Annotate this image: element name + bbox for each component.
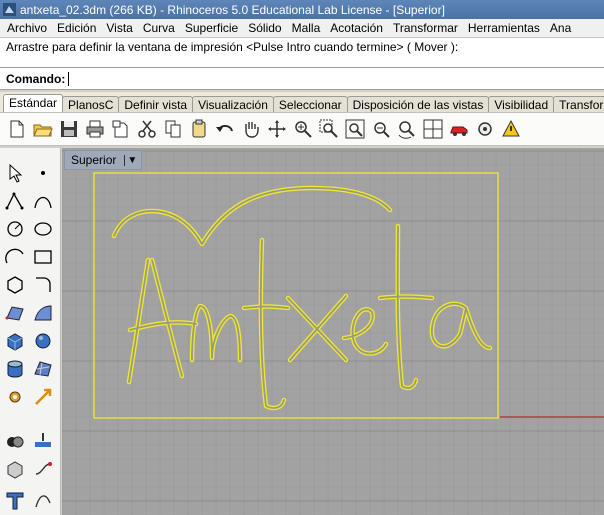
cut-icon[interactable]	[135, 117, 159, 141]
menu-malla[interactable]: Malla	[287, 21, 326, 35]
cylinder-solid-icon[interactable]	[3, 357, 27, 381]
options-icon[interactable]	[473, 117, 497, 141]
transform-gear-icon[interactable]	[3, 385, 27, 409]
car-render-icon[interactable]	[447, 117, 471, 141]
history-line: Arrastre para definir la ventana de impr…	[6, 40, 459, 54]
fillet-curve-icon[interactable]	[31, 273, 55, 297]
text-caret	[68, 71, 70, 86]
blend-icon[interactable]	[31, 457, 55, 481]
tab-transformar[interactable]: Transfor	[553, 96, 604, 112]
viewport-canvas[interactable]	[62, 148, 604, 515]
box-solid-icon[interactable]	[3, 329, 27, 353]
zoom-icon[interactable]	[291, 117, 315, 141]
tab-visibilidad[interactable]: Visibilidad	[488, 96, 555, 112]
ellipse-icon[interactable]	[31, 217, 55, 241]
rotate-camera-icon[interactable]	[395, 117, 419, 141]
pan-hand-icon[interactable]	[239, 117, 263, 141]
select-arrow-icon[interactable]	[3, 161, 27, 185]
surface-icon[interactable]	[3, 301, 27, 325]
tab-planosc[interactable]: PlanosC	[62, 96, 120, 112]
menu-vista[interactable]: Vista	[101, 21, 137, 35]
analyze-icon[interactable]	[499, 117, 523, 141]
command-history: Arrastre para definir la ventana de impr…	[0, 38, 604, 67]
viewport-name: Superior	[71, 153, 117, 167]
print-icon[interactable]	[83, 117, 107, 141]
menu-acotacion[interactable]: Acotación	[325, 21, 388, 35]
text-tool-icon[interactable]	[3, 488, 27, 512]
menu-edicion[interactable]: Edición	[52, 21, 101, 35]
import-icon[interactable]	[109, 117, 133, 141]
save-icon[interactable]	[57, 117, 81, 141]
polyline-icon[interactable]	[3, 189, 27, 213]
grid	[62, 148, 604, 515]
split-icon[interactable]	[31, 429, 55, 453]
polygon-icon[interactable]	[3, 273, 27, 297]
mesh-icon[interactable]	[31, 357, 55, 381]
chevron-down-icon[interactable]: ▼	[124, 154, 137, 166]
command-line[interactable]: Comando:	[0, 67, 604, 90]
tab-visualizacion[interactable]: Visualización	[192, 96, 274, 112]
side-toolbar	[0, 148, 61, 515]
sphere-solid-icon[interactable]	[31, 329, 55, 353]
curve-icon[interactable]	[31, 189, 55, 213]
open-folder-icon[interactable]	[31, 117, 55, 141]
zoom-selected-icon[interactable]	[369, 117, 393, 141]
standard-toolbar	[0, 112, 604, 146]
command-label: Comando:	[6, 71, 66, 86]
toolbar-tabs: Estándar PlanosC Definir vista Visualiza…	[0, 92, 604, 112]
menu-solido[interactable]: Sólido	[243, 21, 286, 35]
viewport-title-tab[interactable]: Superior ▼	[64, 150, 143, 170]
rebuild-icon[interactable]	[31, 488, 55, 512]
new-file-icon[interactable]	[5, 117, 29, 141]
tab-estandar[interactable]: Estándar	[3, 94, 64, 112]
zoom-extents-icon[interactable]	[343, 117, 367, 141]
move-arrow-icon[interactable]	[31, 385, 55, 409]
copy-icon[interactable]	[161, 117, 185, 141]
viewport-superior[interactable]: Superior ▼	[62, 148, 604, 515]
rectangle-icon[interactable]	[31, 245, 55, 269]
arc-icon[interactable]	[3, 245, 27, 269]
paste-icon[interactable]	[187, 117, 211, 141]
tab-definir-vista[interactable]: Definir vista	[118, 96, 194, 112]
undo-icon[interactable]	[213, 117, 237, 141]
rhino-app-icon	[3, 3, 16, 16]
menu-curva[interactable]: Curva	[138, 21, 180, 35]
menu-archivo[interactable]: Archivo	[2, 21, 52, 35]
tab-disposicion-vistas[interactable]: Disposición de las vistas	[346, 96, 490, 112]
solid-tools-icon[interactable]	[3, 457, 27, 481]
boolean-icon[interactable]	[3, 429, 27, 453]
loft-surface-icon[interactable]	[31, 301, 55, 325]
menu-bar: Archivo Edición Vista Curva Superficie S…	[0, 19, 604, 38]
menu-analizar[interactable]: Ana	[545, 21, 576, 35]
zoom-window-icon[interactable]	[317, 117, 341, 141]
window-title: antxeta_02.3dm (266 KB) - Rhinoceros 5.0…	[20, 2, 445, 17]
four-viewports-icon[interactable]	[421, 117, 445, 141]
rotate-view-icon[interactable]	[265, 117, 289, 141]
tab-seleccionar[interactable]: Seleccionar	[272, 96, 348, 112]
point-icon[interactable]	[31, 161, 55, 185]
circle-icon[interactable]	[3, 217, 27, 241]
title-bar: antxeta_02.3dm (266 KB) - Rhinoceros 5.0…	[0, 0, 604, 19]
menu-transformar[interactable]: Transformar	[388, 21, 463, 35]
menu-superficie[interactable]: Superficie	[180, 21, 243, 35]
menu-herramientas[interactable]: Herramientas	[463, 21, 545, 35]
